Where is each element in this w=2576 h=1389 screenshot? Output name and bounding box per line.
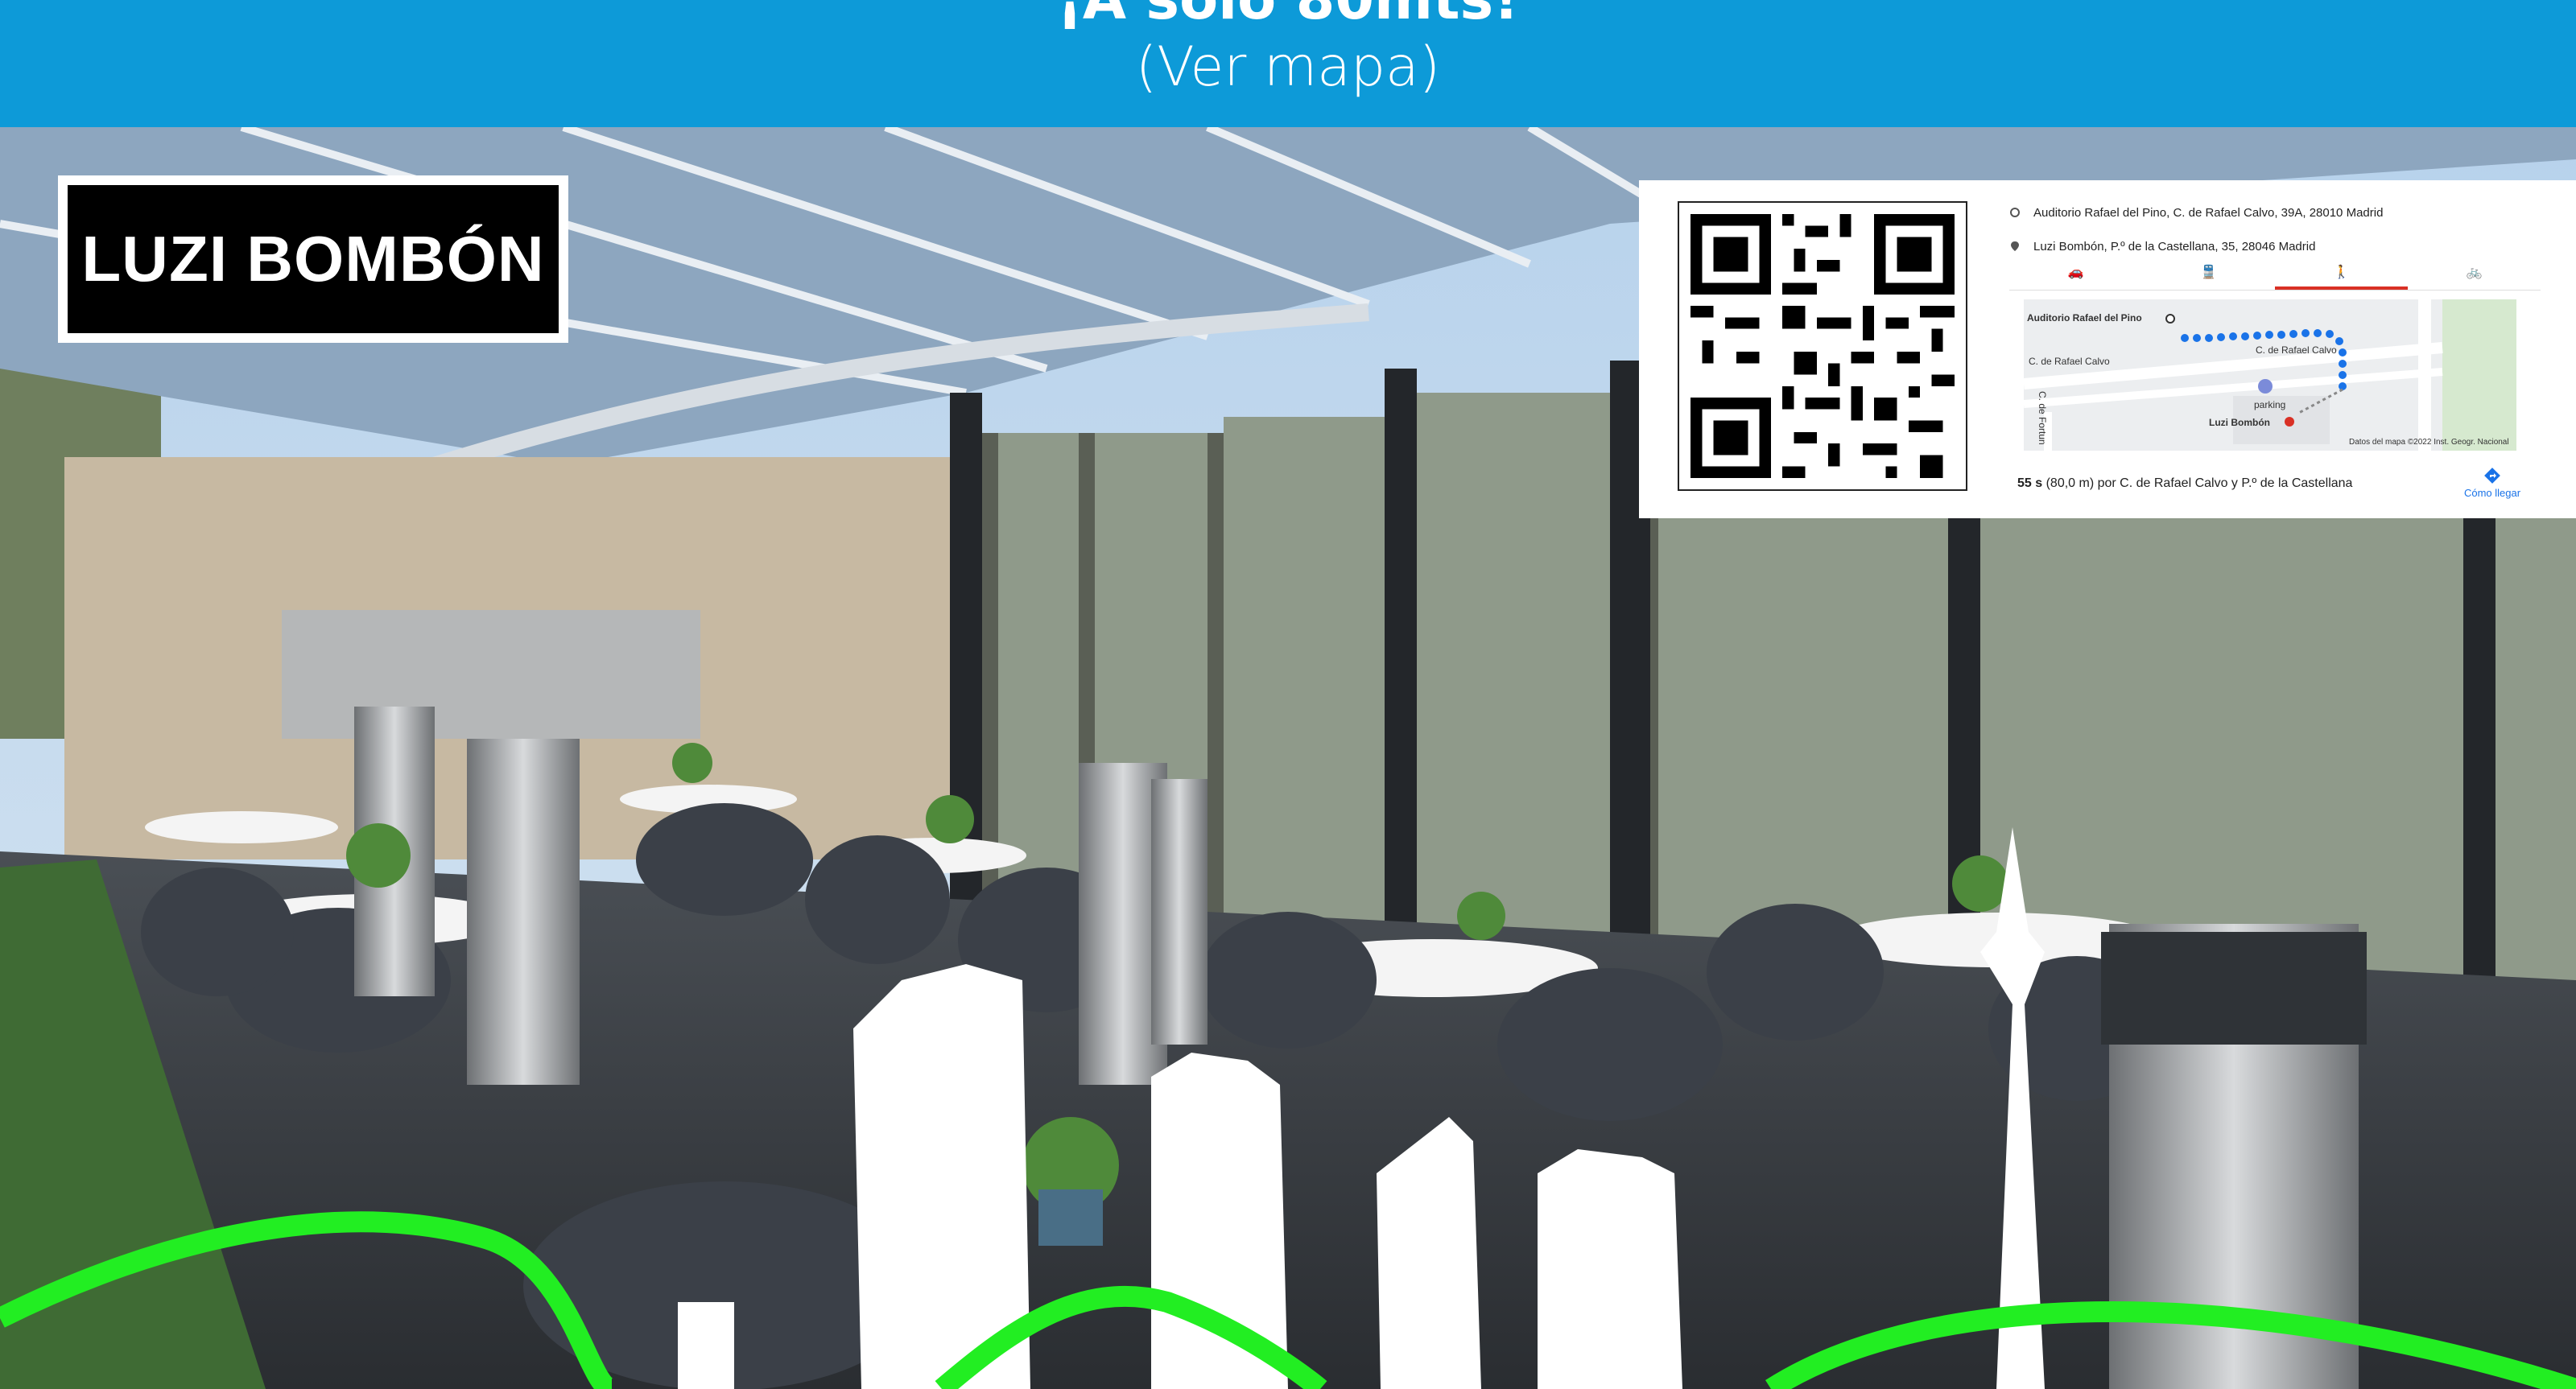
map-destination-label: Luzi Bombón xyxy=(2209,417,2270,428)
route-minimap[interactable]: Auditorio Rafael del Pino C. de Rafael C… xyxy=(2024,299,2516,451)
headline: ¡A solo 80mts! xyxy=(0,0,2576,32)
route-stops: Auditorio Rafael del Pino, C. de Rafael … xyxy=(2009,196,2541,264)
walk-icon[interactable]: 🚶 xyxy=(2275,258,2408,290)
location-pin-icon xyxy=(2011,241,2019,251)
route-summary: 55 s (80,0 m) por C. de Rafael Calvo y P… xyxy=(2017,476,2352,491)
destination-address: Luzi Bombón, P.º de la Castellana, 35, 2… xyxy=(2033,240,2316,253)
map-street-label: C. de Rafael Calvo xyxy=(2256,344,2337,356)
map-parking-label: parking xyxy=(2254,399,2286,410)
origin-address: Auditorio Rafael del Pino, C. de Rafael … xyxy=(2033,206,2384,220)
car-icon[interactable]: 🚗 xyxy=(2009,258,2142,290)
map-origin-label: Auditorio Rafael del Pino xyxy=(2027,312,2142,324)
bike-icon[interactable]: 🚲 xyxy=(2408,258,2541,290)
map-street-label-2: C. de Rafael Calvo xyxy=(2029,356,2110,367)
walk-distance: (80,0 m) por C. de Rafael Calvo y P.º de… xyxy=(2046,476,2353,490)
directions-label: Cómo llegar xyxy=(2463,487,2521,499)
directions-icon xyxy=(2484,468,2500,484)
travel-mode-tabs: 🚗 🚆 🚶 🚲 xyxy=(2009,258,2541,291)
logo-text: LUZI BOMBÓN xyxy=(68,185,559,333)
qr-code[interactable] xyxy=(1678,201,1967,491)
transit-icon[interactable]: 🚆 xyxy=(2142,258,2275,290)
origin-dot-icon xyxy=(2010,208,2020,217)
header-banner: ¡A solo 80mts! (Ver mapa) xyxy=(0,0,2576,127)
directions-button[interactable]: Cómo llegar xyxy=(2452,467,2533,499)
origin-row[interactable]: Auditorio Rafael del Pino, C. de Rafael … xyxy=(2009,196,2541,230)
map-card[interactable]: Auditorio Rafael del Pino, C. de Rafael … xyxy=(1639,180,2576,518)
map-credits: Datos del mapa ©2022 Inst. Geogr. Nacion… xyxy=(2349,438,2509,447)
luzi-bombon-logo: LUZI BOMBÓN xyxy=(58,175,568,343)
map-street-label-3: C. de Fortun xyxy=(2037,391,2048,445)
walk-duration: 55 s xyxy=(2017,476,2043,490)
view-map-link[interactable]: (Ver mapa) xyxy=(0,35,2576,99)
